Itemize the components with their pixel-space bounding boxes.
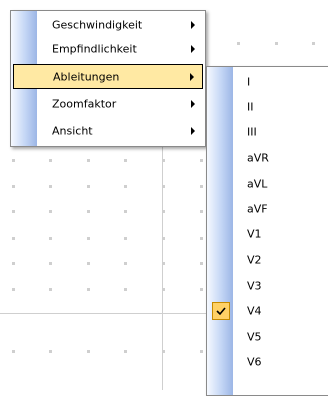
- grid-dot: [124, 159, 127, 162]
- leads-submenu: I II III aVR aVL aVF V1 V2 V3 V4 V5 V6: [206, 66, 328, 396]
- grid-dot: [124, 185, 127, 188]
- submenu-arrow-icon: [191, 44, 195, 53]
- grid-dot: [12, 350, 15, 353]
- lead-item[interactable]: V4: [207, 300, 328, 322]
- grid-dot: [312, 42, 315, 45]
- grid-dot: [87, 262, 90, 265]
- grid-dot: [87, 185, 90, 188]
- grid-dot: [87, 237, 90, 240]
- lead-item[interactable]: V2: [207, 249, 328, 271]
- lead-item-label: II: [247, 100, 254, 114]
- menu-item-geschwindigkeit[interactable]: Geschwindigkeit: [11, 13, 205, 36]
- grid-dot: [12, 210, 15, 213]
- lead-item-label: V4: [247, 304, 262, 318]
- menu-item-label: Ansicht: [52, 124, 93, 137]
- grid-dot: [12, 288, 15, 291]
- lead-item-label: aVR: [247, 151, 269, 165]
- grid-line: [162, 147, 163, 390]
- grid-dot: [49, 185, 52, 188]
- grid-dot: [237, 42, 240, 45]
- checkmark-icon: [212, 302, 230, 320]
- lead-item[interactable]: V6: [207, 351, 328, 373]
- lead-item[interactable]: II: [207, 96, 328, 118]
- submenu-arrow-icon: [191, 126, 195, 135]
- grid-dot: [87, 350, 90, 353]
- lead-item[interactable]: aVL: [207, 173, 328, 195]
- grid-dot: [49, 262, 52, 265]
- grid-dot: [12, 262, 15, 265]
- lead-item-label: V2: [247, 253, 262, 267]
- menu-item-zoomfaktor[interactable]: Zoomfaktor: [11, 92, 205, 115]
- grid-dot: [200, 185, 203, 188]
- menu-item-empfindlichkeit[interactable]: Empfindlichkeit: [11, 37, 205, 60]
- grid-dot: [124, 237, 127, 240]
- grid-dot: [124, 262, 127, 265]
- grid-dot: [200, 210, 203, 213]
- grid-dot: [124, 210, 127, 213]
- menu-item-label: Geschwindigkeit: [52, 18, 143, 31]
- lead-item[interactable]: V3: [207, 275, 328, 297]
- menu-item-label: Empfindlichkeit: [52, 42, 137, 55]
- grid-dot: [124, 288, 127, 291]
- lead-item[interactable]: I: [207, 71, 328, 93]
- grid-dot: [49, 288, 52, 291]
- lead-item-label: V3: [247, 279, 262, 293]
- menu-item-label: Ableitungen: [53, 70, 120, 83]
- submenu-arrow-icon: [191, 99, 195, 108]
- grid-dot: [200, 350, 203, 353]
- grid-dot: [49, 210, 52, 213]
- submenu-arrow-icon: [191, 20, 195, 29]
- menu-item-label: Zoomfaktor: [52, 97, 117, 110]
- grid-dot: [12, 185, 15, 188]
- grid-dot: [49, 159, 52, 162]
- lead-item-label: I: [247, 75, 251, 89]
- lead-item-label: III: [247, 125, 257, 139]
- grid-dot: [87, 288, 90, 291]
- grid-dot: [200, 288, 203, 291]
- menu-item-ableitungen[interactable]: Ableitungen: [13, 64, 203, 89]
- grid-dot: [87, 159, 90, 162]
- lead-item-label: V5: [247, 330, 262, 344]
- lead-item[interactable]: III: [207, 121, 328, 143]
- grid-dot: [275, 42, 278, 45]
- context-menu: Geschwindigkeit Empfindlichkeit Ableitun…: [10, 10, 206, 147]
- grid-dot: [124, 350, 127, 353]
- grid-dot: [49, 237, 52, 240]
- lead-item-label: V6: [247, 355, 262, 369]
- grid-dot: [200, 237, 203, 240]
- grid-dot: [12, 159, 15, 162]
- lead-item-label: aVF: [247, 202, 268, 216]
- lead-item[interactable]: V1: [207, 223, 328, 245]
- grid-dot: [200, 159, 203, 162]
- grid-dot: [49, 350, 52, 353]
- lead-item-label: aVL: [247, 177, 268, 191]
- grid-dot: [200, 262, 203, 265]
- submenu-arrow-icon: [190, 72, 194, 81]
- lead-item[interactable]: aVR: [207, 147, 328, 169]
- grid-dot: [87, 210, 90, 213]
- lead-item-label: V1: [247, 227, 262, 241]
- grid-dot: [12, 237, 15, 240]
- lead-item[interactable]: aVF: [207, 198, 328, 220]
- menu-item-ansicht[interactable]: Ansicht: [11, 119, 205, 142]
- lead-item[interactable]: V5: [207, 326, 328, 348]
